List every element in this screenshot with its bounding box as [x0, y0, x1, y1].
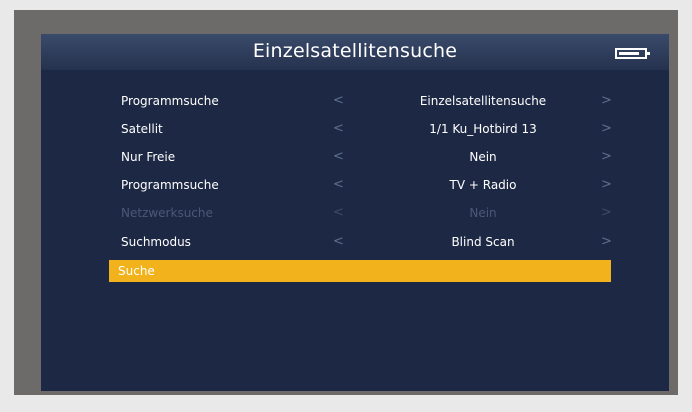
chevron-left-icon[interactable]: <: [333, 177, 344, 192]
row-value: Nein: [469, 206, 497, 220]
battery-level: [619, 52, 639, 55]
row-value: TV + Radio: [449, 178, 517, 192]
row-label: Programmsuche: [121, 178, 219, 192]
search-button-label: Suche: [118, 264, 155, 278]
chevron-right-icon[interactable]: >: [601, 234, 612, 249]
row-value: Einzelsatellitensuche: [419, 94, 547, 108]
chevron-right-icon[interactable]: >: [601, 93, 612, 108]
menu-row-netzwerksuche: Netzwerksuche < Nein >: [41, 201, 669, 225]
row-label: Nur Freie: [121, 150, 176, 164]
tv-screen: Einzelsatellitensuche Programmsuche < Ei…: [41, 34, 669, 391]
menu-row-programmsuche-2[interactable]: Programmsuche < TV + Radio >: [41, 173, 669, 197]
row-label: Suchmodus: [121, 235, 191, 249]
chevron-left-icon[interactable]: <: [333, 121, 344, 136]
chevron-left-icon[interactable]: <: [333, 93, 344, 108]
page-title: Einzelsatellitensuche: [252, 40, 458, 62]
chevron-left-icon: <: [333, 205, 344, 220]
row-label: Satellit: [121, 122, 163, 136]
menu-row-satellit[interactable]: Satellit < 1/1 Ku_Hotbird 13 >: [41, 117, 669, 141]
chevron-left-icon[interactable]: <: [333, 234, 344, 249]
chevron-right-icon[interactable]: >: [601, 177, 612, 192]
tv-bezel: Einzelsatellitensuche Programmsuche < Ei…: [14, 10, 678, 395]
chevron-left-icon[interactable]: <: [333, 149, 344, 164]
battery-tip: [647, 52, 650, 55]
row-label: Programmsuche: [121, 94, 219, 108]
menu-row-programmsuche-1[interactable]: Programmsuche < Einzelsatellitensuche >: [41, 89, 669, 113]
row-label: Netzwerksuche: [121, 206, 213, 220]
battery-icon: [615, 48, 650, 59]
chevron-right-icon[interactable]: >: [601, 121, 612, 136]
header-bar: Einzelsatellitensuche: [41, 34, 669, 70]
menu-row-suchmodus[interactable]: Suchmodus < Blind Scan >: [41, 230, 669, 254]
menu-row-nur-freie[interactable]: Nur Freie < Nein >: [41, 145, 669, 169]
search-button[interactable]: Suche: [109, 260, 611, 282]
chevron-right-icon: >: [601, 205, 612, 220]
chevron-right-icon[interactable]: >: [601, 149, 612, 164]
row-value: Blind Scan: [451, 235, 515, 249]
row-value: 1/1 Ku_Hotbird 13: [429, 122, 537, 136]
row-value: Nein: [469, 150, 497, 164]
